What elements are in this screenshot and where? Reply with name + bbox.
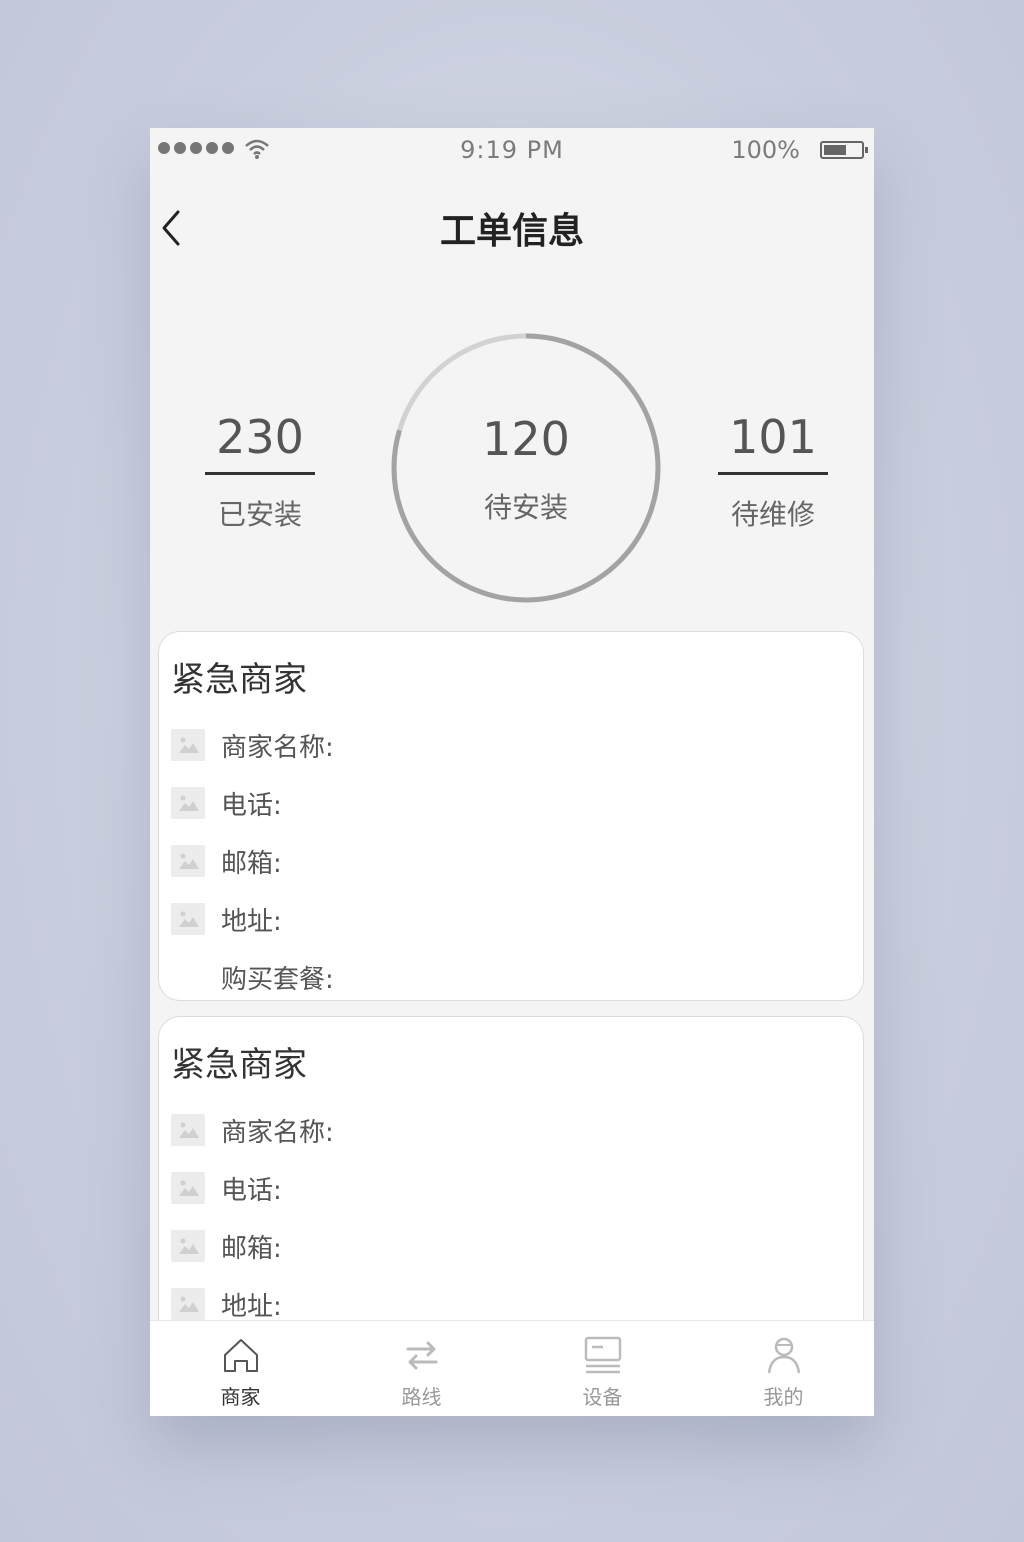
image-placeholder-icon bbox=[171, 1114, 205, 1146]
tab-route[interactable]: 路线 bbox=[331, 1321, 512, 1416]
package-label: 购买套餐: bbox=[221, 964, 334, 995]
phone-screen: 9:19 PM 100% 工单信息 230 已安装 120 待安装 101 待维… bbox=[150, 128, 874, 1416]
stat-installed-value: 230 bbox=[216, 410, 304, 464]
tab-route-label: 路线 bbox=[401, 1385, 442, 1409]
phone-label: 电话: bbox=[221, 790, 282, 821]
stat-installed[interactable]: 230 已安装 bbox=[200, 406, 320, 533]
phone-label: 电话: bbox=[221, 1175, 282, 1206]
image-placeholder-icon bbox=[171, 1172, 205, 1204]
order-stats: 230 已安装 120 待安装 101 待维修 bbox=[150, 328, 874, 618]
merchant-name-row: 商家名称: bbox=[171, 716, 334, 774]
card-title: 紧急商家 bbox=[171, 1045, 307, 1085]
email-row: 邮箱: bbox=[171, 1217, 334, 1275]
stat-pending-repair[interactable]: 101 待维修 bbox=[713, 406, 833, 533]
tab-device[interactable]: 设备 bbox=[512, 1321, 693, 1416]
battery-percent: 100% bbox=[731, 136, 800, 164]
email-label: 邮箱: bbox=[221, 1233, 282, 1264]
battery-icon bbox=[820, 141, 868, 159]
image-placeholder-icon bbox=[171, 845, 205, 877]
stat-pending-repair-value: 101 bbox=[729, 410, 817, 464]
route-icon bbox=[406, 1341, 437, 1370]
home-icon bbox=[223, 1339, 258, 1372]
image-placeholder-icon bbox=[171, 1288, 205, 1320]
tab-bar: 商家 路线 设备 我的 bbox=[150, 1320, 874, 1416]
tab-profile-label: 我的 bbox=[763, 1385, 804, 1409]
stat-pending-repair-label: 待维修 bbox=[730, 498, 815, 531]
tab-merchant-label: 商家 bbox=[220, 1385, 261, 1409]
address-label: 地址: bbox=[221, 906, 282, 937]
page-title: 工单信息 bbox=[439, 211, 584, 252]
card-title: 紧急商家 bbox=[171, 660, 307, 700]
phone-row: 电话: bbox=[171, 1159, 334, 1217]
address-row: 地址: bbox=[171, 890, 334, 948]
phone-row: 电话: bbox=[171, 774, 334, 832]
tab-merchant[interactable]: 商家 bbox=[150, 1321, 331, 1416]
stat-pending-install-value: 120 bbox=[482, 412, 570, 466]
stat-pending-install-label: 待安装 bbox=[483, 491, 568, 524]
merchant-card[interactable]: 紧急商家 商家名称: 电话: 邮箱: bbox=[158, 631, 864, 1001]
merchant-name-label: 商家名称: bbox=[221, 1117, 334, 1148]
package-row: 购买套餐: bbox=[171, 948, 334, 1006]
nav-bar: 工单信息 bbox=[150, 188, 874, 268]
email-row: 邮箱: bbox=[171, 832, 334, 890]
tab-profile[interactable]: 我的 bbox=[693, 1321, 874, 1416]
image-placeholder-icon bbox=[171, 729, 205, 761]
image-placeholder-icon bbox=[171, 1230, 205, 1262]
image-placeholder-icon bbox=[171, 787, 205, 819]
stat-pending-install[interactable]: 120 待安装 bbox=[390, 332, 662, 604]
stat-underline bbox=[205, 472, 315, 475]
device-icon bbox=[584, 1336, 621, 1374]
merchant-name-row: 商家名称: bbox=[171, 1101, 334, 1159]
stat-installed-label: 已安装 bbox=[217, 498, 302, 531]
address-label: 地址: bbox=[221, 1291, 282, 1322]
stat-underline bbox=[718, 472, 828, 475]
email-label: 邮箱: bbox=[221, 848, 282, 879]
image-placeholder-icon bbox=[171, 903, 205, 935]
status-bar: 9:19 PM 100% bbox=[150, 128, 874, 174]
tab-device-label: 设备 bbox=[582, 1385, 623, 1409]
merchant-name-label: 商家名称: bbox=[221, 732, 334, 763]
progress-ring bbox=[391, 333, 661, 603]
profile-icon bbox=[767, 1337, 800, 1374]
